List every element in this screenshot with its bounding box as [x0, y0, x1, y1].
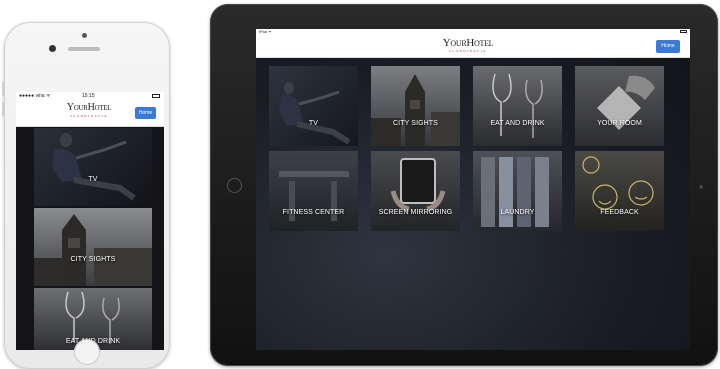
- battery-icon: [152, 94, 160, 98]
- gym-equipment-art: [279, 171, 349, 221]
- feedback-faces-art: [582, 156, 654, 210]
- phone-volume-down: [2, 102, 4, 116]
- tile-your-room[interactable]: YOUR ROOM: [575, 66, 664, 146]
- phone-home-key[interactable]: [74, 339, 100, 365]
- tile-laundry[interactable]: LAUNDRY: [473, 151, 562, 231]
- tablet-app-header: YourHotel SCANDINAVIA Home: [256, 35, 690, 58]
- tile-label: LAUNDRY: [500, 209, 535, 216]
- logo-subtitle: SCANDINAVIA: [69, 114, 109, 118]
- tile-tv[interactable]: TV: [269, 66, 358, 146]
- logo-subtitle: SCANDINAVIA: [448, 49, 488, 53]
- phone-status-bar: ●●●●● vina ᯤ 15:15: [16, 92, 164, 100]
- city-tower-art: [34, 214, 152, 286]
- tile-screen-mirroring[interactable]: SCREEN MIRRORING: [371, 151, 460, 231]
- ipad-device: iPad ᯤ YourHotel SCANDINAVIA Home TV CIT…: [210, 4, 718, 366]
- tablet-home-key[interactable]: [227, 178, 242, 193]
- phone-earpiece: [68, 47, 100, 51]
- tile-label: YOUR ROOM: [597, 120, 642, 127]
- phone-app-header: YourHotel SCANDINAVIA Home: [16, 100, 164, 127]
- tile-label: CITY SIGHTS: [70, 256, 116, 263]
- tile-label: EAT AND DRINK: [490, 120, 545, 127]
- tablet-camera-icon: [699, 185, 703, 189]
- phone-volume-up: [2, 82, 4, 96]
- phone-screen: ●●●●● vina ᯤ 15:15 YourHotel SCANDINAVIA…: [16, 92, 164, 350]
- tv-viewer-art: [52, 133, 136, 201]
- tile-label: SCREEN MIRRORING: [378, 209, 453, 216]
- tablet-in-hands-art: [390, 158, 446, 212]
- phone-carrier: ●●●●● vina ᯤ: [19, 93, 51, 99]
- phone-clock: 15:15: [82, 93, 95, 99]
- tile-fitness-center[interactable]: FITNESS CENTER: [269, 151, 358, 231]
- city-tower-art: [371, 74, 460, 146]
- tablet-hotel-logo: YourHotel SCANDINAVIA: [428, 37, 508, 53]
- tile-eat-and-drink[interactable]: EAT AND DRINK: [473, 66, 562, 146]
- tile-label: TV: [88, 176, 98, 183]
- logo-title: YourHotel: [442, 37, 494, 49]
- tile-label: FEEDBACK: [600, 209, 639, 216]
- home-button[interactable]: Home: [656, 40, 680, 53]
- tile-label: TV: [308, 120, 319, 127]
- tile-city-sights[interactable]: CITY SIGHTS: [34, 208, 152, 286]
- phone-top-sensor: [82, 33, 87, 38]
- iphone-device: ●●●●● vina ᯤ 15:15 YourHotel SCANDINAVIA…: [2, 22, 170, 369]
- phone-hotel-logo: YourHotel SCANDINAVIA: [60, 102, 118, 118]
- tile-tv[interactable]: TV: [34, 128, 152, 206]
- tile-feedback[interactable]: FEEDBACK: [575, 151, 664, 231]
- tile-city-sights[interactable]: CITY SIGHTS: [371, 66, 460, 146]
- tv-viewer-art: [279, 82, 351, 145]
- tile-label: CITY SIGHTS: [393, 120, 438, 127]
- phone-front-camera-icon: [49, 45, 56, 52]
- home-button[interactable]: Home: [135, 107, 156, 119]
- tile-label: FITNESS CENTER: [282, 209, 345, 216]
- tablet-screen: iPad ᯤ YourHotel SCANDINAVIA Home TV CIT…: [256, 29, 690, 350]
- wine-glasses-art: [492, 73, 543, 138]
- room-keycard-art: [597, 75, 655, 130]
- battery-icon: [680, 30, 687, 33]
- hanging-shirts-art: [481, 157, 549, 227]
- logo-title: YourHotel: [66, 102, 112, 113]
